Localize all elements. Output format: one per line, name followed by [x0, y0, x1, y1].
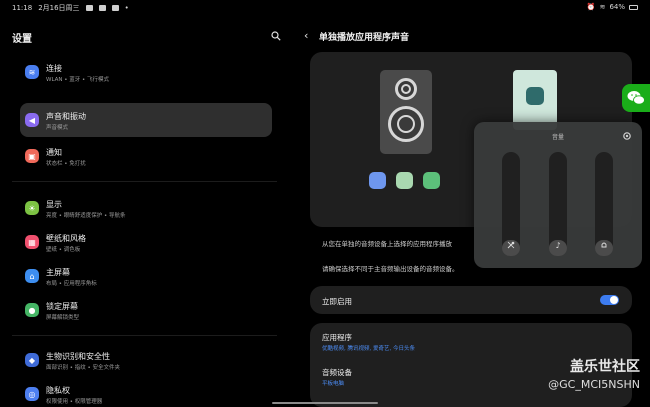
menu-item-title: 隐私权: [46, 386, 70, 395]
watermark-handle: @GC_MCI5NSHN: [548, 378, 640, 391]
home-indicator[interactable]: [272, 402, 378, 404]
description-note: 请确保选择不同于主音频输出设备的音频设备。: [322, 265, 459, 273]
enable-toggle-row[interactable]: 立即启用: [310, 286, 632, 314]
apps-row-value: 优酷视频, 腾讯视频, 爱奇艺, 今日头条: [322, 346, 415, 352]
app-dot-lightgreen: [396, 172, 413, 189]
app-icon: [526, 87, 544, 105]
screenshot-icon: [98, 5, 106, 11]
menu-item-subtitle: 面部识别 • 指纹 • 安全文件夹: [46, 365, 120, 371]
menu-item-biometrics[interactable]: ◆ 生物识别和安全性 面部识别 • 指纹 • 安全文件夹: [20, 343, 272, 377]
menu-item-subtitle: 壁纸 • 调色板: [46, 247, 81, 253]
wechat-floating-button[interactable]: [622, 84, 650, 112]
menu-item-subtitle: 权限使用 • 权限管理器: [46, 399, 103, 405]
wifi-status-icon: ≋: [599, 3, 606, 11]
media-mute-icon[interactable]: [502, 240, 520, 250]
shield-icon: ◆: [25, 353, 39, 367]
tablet-illustration: [513, 70, 557, 130]
menu-item-notifications[interactable]: ▣ 通知 状态栏 • 免打扰: [20, 139, 272, 173]
enable-toggle[interactable]: [600, 295, 619, 305]
status-bar: 11:18 2月16日周三 • ⏰ ≋ 64%: [0, 0, 650, 14]
menu-item-title: 通知: [46, 148, 62, 157]
notification-icon: [111, 5, 119, 11]
wechat-icon: [627, 91, 645, 105]
bell-icon: ▣: [25, 149, 39, 163]
home-icon: ⌂: [25, 269, 39, 283]
menu-item-lock-screen[interactable]: ● 锁定屏幕 屏幕解锁类型: [20, 293, 272, 327]
menu-item-sound[interactable]: ◀ 声音和振动 声音模式: [20, 103, 272, 137]
music-volume-slider[interactable]: ♪: [549, 152, 567, 256]
menu-item-title: 锁定屏幕: [46, 302, 78, 311]
menu-item-subtitle: 状态栏 • 免打扰: [46, 161, 86, 167]
menu-item-wallpaper[interactable]: ▦ 壁纸和风格 壁纸 • 调色板: [20, 225, 272, 259]
divider: [12, 181, 277, 182]
app-dot-blue: [369, 172, 386, 189]
settings-title: 设置: [12, 34, 32, 45]
wallpaper-icon: ▦: [25, 235, 39, 249]
menu-item-title: 声音和振动: [46, 112, 86, 121]
speaker-icon: ◀: [25, 113, 39, 127]
toggle-knob: [610, 296, 618, 304]
page-title: 单独播放应用程序声音: [319, 33, 410, 43]
battery-icon: [629, 4, 638, 10]
device-row-value: 平板电脑: [322, 381, 345, 387]
speaker-illustration: [380, 70, 432, 154]
volume-panel: 音量 ♪: [474, 122, 642, 268]
menu-item-privacy[interactable]: ◎ 隐私权 权限使用 • 权限管理器: [20, 377, 272, 407]
wifi-icon: ≋: [25, 65, 39, 79]
battery-text: 64%: [609, 3, 625, 11]
privacy-icon: ◎: [25, 387, 39, 401]
lock-icon: ●: [25, 303, 39, 317]
device-row-title[interactable]: 音频设备: [322, 367, 352, 378]
apps-row-title[interactable]: 应用程序: [322, 332, 352, 343]
gallery-icon: [85, 5, 93, 11]
menu-item-connections[interactable]: ≋ 连接 WLAN • 蓝牙 • 飞行模式: [20, 55, 272, 89]
menu-item-title: 生物识别和安全性: [46, 352, 110, 361]
divider: [12, 335, 277, 336]
gear-icon[interactable]: [622, 131, 632, 141]
bell-icon[interactable]: [595, 240, 613, 250]
more-dot-icon: •: [124, 4, 129, 12]
menu-item-subtitle: 亮度 • 眼睛舒适度保护 • 导航条: [46, 213, 126, 219]
ring-volume-slider[interactable]: [595, 152, 613, 256]
menu-item-title: 显示: [46, 200, 62, 209]
menu-item-title: 连接: [46, 64, 62, 73]
search-icon[interactable]: [271, 31, 281, 41]
menu-item-home-screen[interactable]: ⌂ 主屏幕 布局 • 应用程序角标: [20, 259, 272, 293]
back-arrow-icon[interactable]: ‹: [304, 30, 308, 41]
status-date: 2月16日周三: [38, 4, 80, 12]
menu-item-subtitle: WLAN • 蓝牙 • 飞行模式: [46, 77, 109, 83]
sun-icon: ☀: [25, 201, 39, 215]
status-time: 11:18: [12, 4, 33, 12]
volume-title: 音量: [551, 134, 564, 141]
music-note-icon[interactable]: ♪: [549, 240, 567, 250]
menu-item-subtitle: 布局 • 应用程序角标: [46, 281, 97, 287]
app-dot-green: [423, 172, 440, 189]
toggle-label: 立即启用: [322, 297, 352, 306]
alarm-icon: ⏰: [586, 3, 596, 11]
menu-item-subtitle: 屏幕解锁类型: [46, 315, 80, 321]
menu-item-display[interactable]: ☀ 显示 亮度 • 眼睛舒适度保护 • 导航条: [20, 191, 272, 225]
menu-item-subtitle: 声音模式: [46, 125, 69, 131]
description-text: 从您在单独的音频设备上选择的应用程序播放: [322, 240, 452, 248]
watermark-title: 盖乐世社区: [570, 359, 640, 375]
settings-list-pane: 设置 ≋ 连接 WLAN • 蓝牙 • 飞行模式 ◀ 声音和振动 声音模式 ▣ …: [0, 14, 285, 407]
menu-item-title: 壁纸和风格: [46, 234, 86, 243]
media-volume-slider[interactable]: [502, 152, 520, 256]
menu-item-title: 主屏幕: [46, 268, 70, 277]
